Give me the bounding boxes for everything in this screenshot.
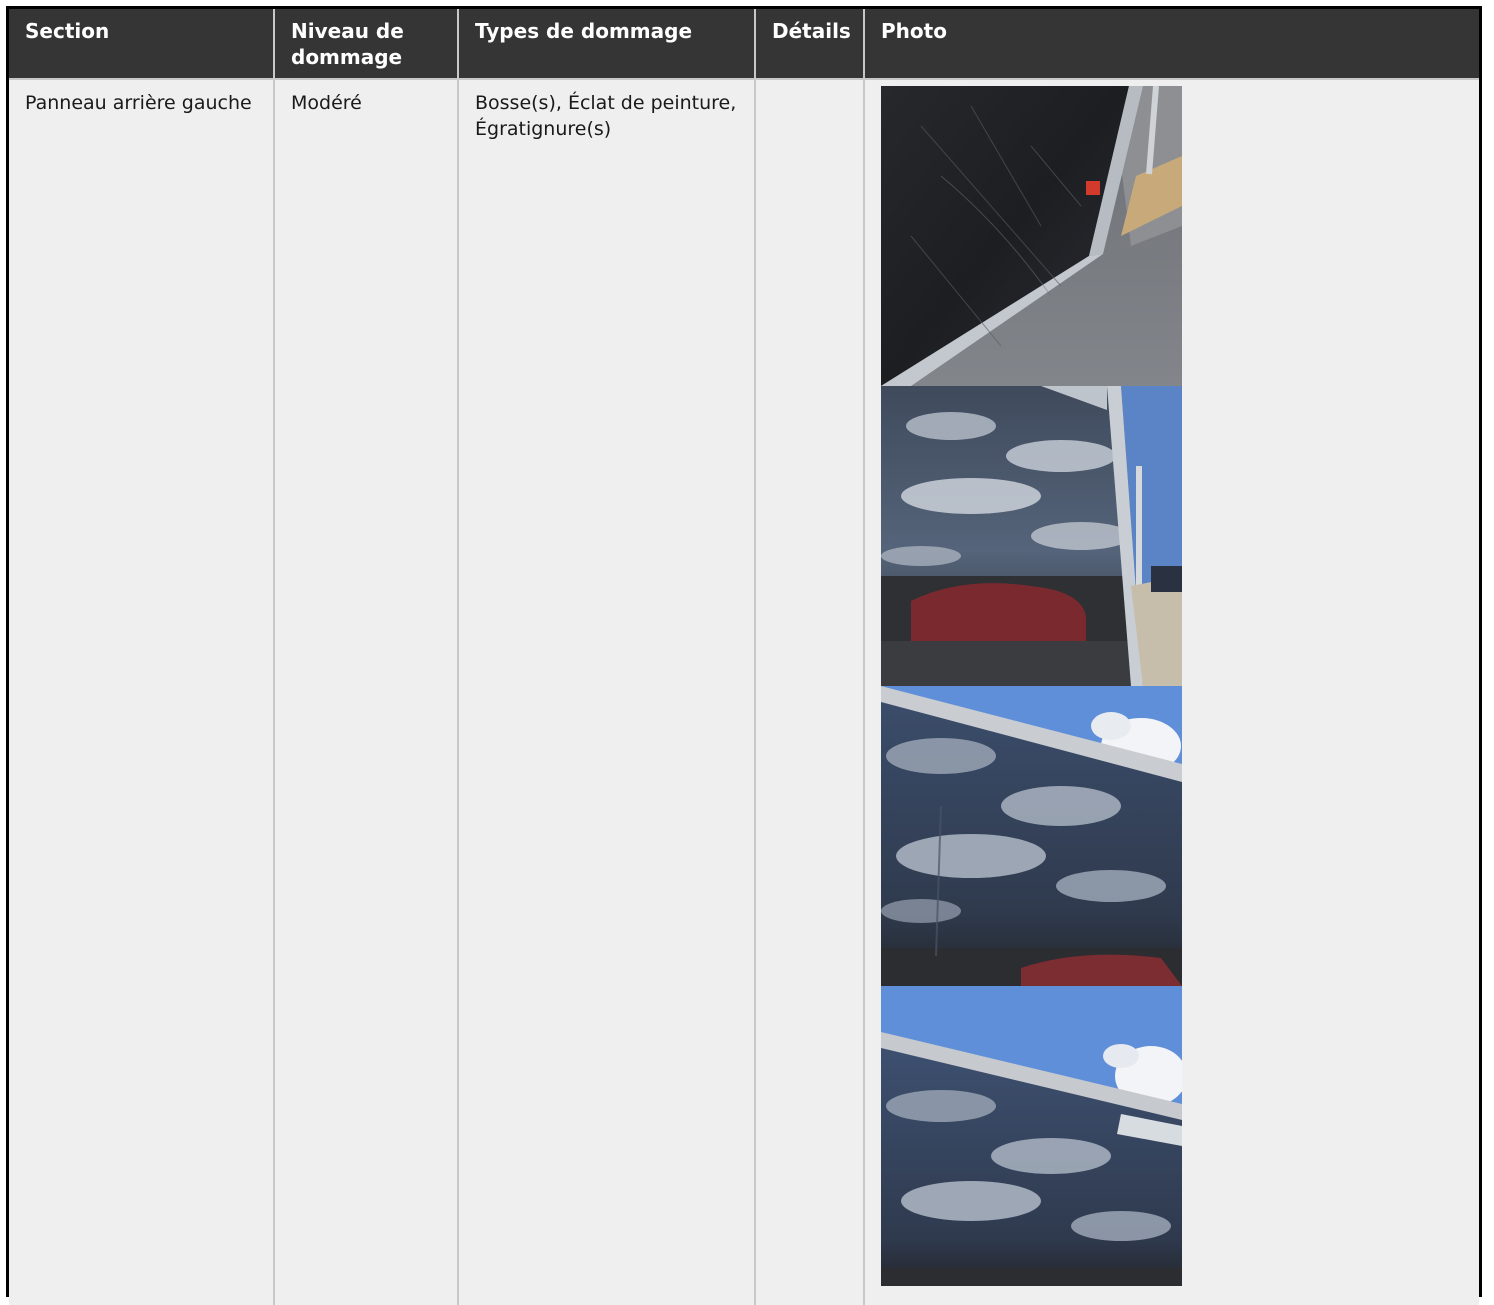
header-damage-types: Types de dommage — [457, 9, 755, 79]
cell-section: Panneau arrière gauche — [9, 79, 274, 1305]
damage-photo-2[interactable] — [881, 386, 1182, 686]
damage-report-frame: Section Niveau de dommage Types de domma… — [6, 6, 1482, 1305]
table-header: Section Niveau de dommage Types de domma… — [9, 9, 1479, 79]
damage-photo-4[interactable] — [881, 986, 1182, 1286]
cell-photo — [863, 79, 1479, 1305]
photo-stack — [881, 86, 1182, 1286]
header-row: Section Niveau de dommage Types de domma… — [9, 9, 1479, 79]
header-photo: Photo — [863, 9, 1479, 79]
header-damage-level: Niveau de dommage — [273, 9, 458, 79]
header-details: Détails — [754, 9, 864, 79]
cell-details — [754, 79, 864, 1305]
cell-damage-level: Modéré — [273, 79, 458, 1305]
damage-table: Section Niveau de dommage Types de domma… — [9, 9, 1479, 1305]
header-section: Section — [9, 9, 274, 79]
table-row: Panneau arrière gauche Modéré Bosse(s), … — [9, 79, 1479, 1305]
cell-damage-types: Bosse(s), Éclat de peinture, Égratignure… — [457, 79, 755, 1305]
damage-photo-3[interactable] — [881, 686, 1182, 986]
damage-photo-1[interactable] — [881, 86, 1182, 386]
